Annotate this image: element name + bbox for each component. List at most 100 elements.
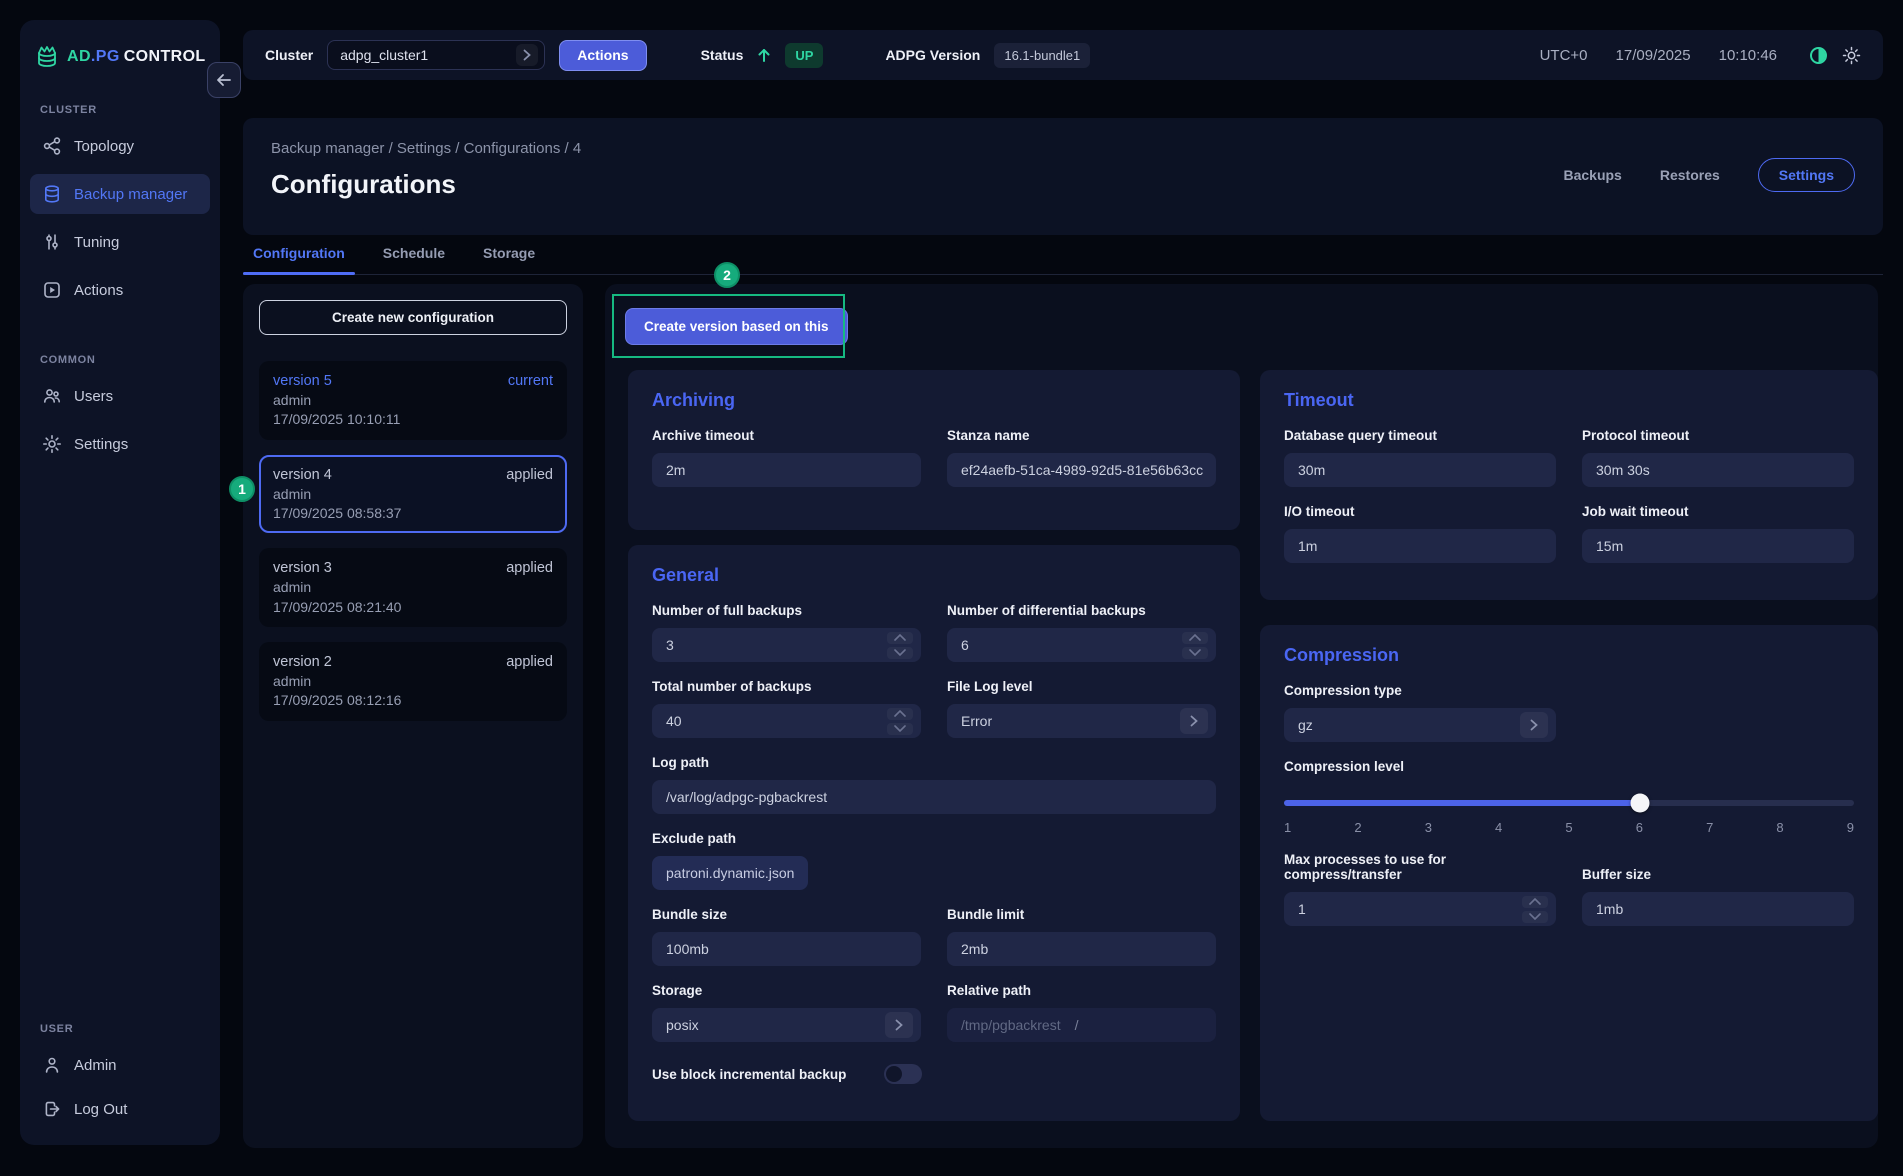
backups-button[interactable]: Backups bbox=[1563, 167, 1621, 183]
field-value: posix bbox=[666, 1017, 699, 1033]
stepper-down-icon[interactable] bbox=[1182, 646, 1208, 659]
field-value: 30m 30s bbox=[1596, 462, 1650, 478]
field-label: Number of differential backups bbox=[947, 603, 1146, 618]
contrast-icon[interactable] bbox=[1809, 46, 1828, 65]
field-label: I/O timeout bbox=[1284, 504, 1355, 519]
version-author: admin bbox=[273, 672, 312, 689]
tab-storage[interactable]: Storage bbox=[473, 241, 545, 274]
field-label: Exclude path bbox=[652, 831, 737, 846]
field-label: Relative path bbox=[947, 983, 1032, 998]
version-status: applied bbox=[506, 560, 553, 577]
tab-configuration[interactable]: Configuration bbox=[243, 241, 355, 275]
number-stepper[interactable] bbox=[887, 631, 913, 659]
restores-button[interactable]: Restores bbox=[1660, 167, 1720, 183]
logo-text-pg: .PG bbox=[90, 48, 120, 65]
block-incremental-toggle[interactable] bbox=[884, 1064, 923, 1084]
exclude-path-field: Exclude path patroni.dynamic.json bbox=[652, 831, 1216, 890]
io-timeout-input[interactable]: 1m bbox=[1284, 529, 1556, 563]
sidebar-item-label: Users bbox=[74, 387, 114, 405]
number-stepper[interactable] bbox=[887, 707, 913, 735]
version-card-4[interactable]: version 4 applied admin 17/09/2025 08:58… bbox=[259, 454, 567, 534]
stepper-up-icon[interactable] bbox=[1182, 631, 1208, 644]
field-value: /var/log/adpgc-pgbackrest bbox=[666, 789, 828, 805]
sidebar-item-topology[interactable]: Topology bbox=[30, 126, 210, 166]
number-stepper[interactable] bbox=[1522, 895, 1548, 923]
field-label: Storage bbox=[652, 983, 703, 998]
file-log-level-select[interactable]: Error bbox=[947, 704, 1216, 738]
annotation-badge-1: 1 bbox=[229, 476, 255, 502]
field-label: Job wait timeout bbox=[1582, 504, 1689, 519]
sidebar-item-backup-manager[interactable]: Backup manager bbox=[30, 174, 210, 214]
settings-button[interactable]: Settings bbox=[1757, 158, 1855, 192]
bundle-limit-input[interactable]: 2mb bbox=[947, 932, 1216, 966]
version-status: applied bbox=[506, 466, 553, 483]
archiving-section: Archiving Archive timeout 2m Stanza name… bbox=[628, 370, 1240, 530]
cluster-select[interactable]: adpg_cluster1 bbox=[327, 40, 546, 70]
sidebar-item-users[interactable]: Users bbox=[30, 376, 210, 416]
field-value: ef24aefb-51ca-4989-92d5-81e56b63cc bbox=[961, 462, 1204, 478]
db-query-timeout-input[interactable]: 30m bbox=[1284, 453, 1556, 487]
storage-select[interactable]: posix bbox=[652, 1008, 921, 1042]
log-path-field: Log path /var/log/adpgc-pgbackrest bbox=[652, 755, 1216, 814]
log-path-input[interactable]: /var/log/adpgc-pgbackrest bbox=[652, 780, 1216, 814]
stanza-name-input[interactable]: ef24aefb-51ca-4989-92d5-81e56b63cc bbox=[947, 453, 1216, 487]
diff-backups-input[interactable]: 6 bbox=[947, 628, 1216, 662]
relative-path-input[interactable]: /tmp/pgbackrest / bbox=[947, 1008, 1216, 1042]
sidebar-item-admin[interactable]: Admin bbox=[30, 1045, 210, 1085]
bundle-size-field: Bundle size 100mb bbox=[652, 890, 921, 966]
compression-section: Compression Compression type gz Compress… bbox=[1260, 625, 1878, 1121]
section-title: General bbox=[652, 565, 720, 585]
stepper-down-icon[interactable] bbox=[887, 722, 913, 735]
actions-button[interactable]: Actions bbox=[559, 39, 647, 71]
job-wait-timeout-input[interactable]: 15m bbox=[1582, 529, 1854, 563]
app-logo: AD.PG CONTROL bbox=[20, 20, 220, 86]
compression-level-thumb[interactable] bbox=[1630, 793, 1650, 813]
status-badge: UP bbox=[785, 42, 824, 68]
sidebar-item-actions[interactable]: Actions bbox=[30, 270, 210, 310]
sidebar-collapse-button[interactable] bbox=[207, 62, 241, 98]
create-version-button[interactable]: Create version based on this bbox=[625, 308, 848, 345]
stepper-down-icon[interactable] bbox=[1522, 910, 1548, 923]
buffer-size-input[interactable]: 1mb bbox=[1582, 892, 1854, 926]
version-author: admin bbox=[273, 392, 312, 408]
stepper-up-icon[interactable] bbox=[1522, 895, 1548, 908]
sidebar-item-tuning[interactable]: Tuning bbox=[30, 222, 210, 262]
sidebar-item-logout[interactable]: Log Out bbox=[30, 1089, 210, 1129]
sidebar-item-label: Actions bbox=[74, 281, 124, 299]
tab-schedule[interactable]: Schedule bbox=[373, 241, 455, 274]
max-processes-input[interactable]: 1 bbox=[1284, 892, 1556, 926]
stepper-down-icon[interactable] bbox=[887, 646, 913, 659]
sun-icon[interactable] bbox=[1842, 46, 1861, 65]
sidebar-section-user: USER bbox=[40, 1023, 74, 1035]
field-label: Bundle limit bbox=[947, 907, 1025, 922]
version-card-5[interactable]: version 5 current admin 17/09/2025 10:10… bbox=[259, 361, 567, 440]
exclude-path-chip[interactable]: patroni.dynamic.json bbox=[652, 856, 809, 890]
full-backups-input[interactable]: 3 bbox=[652, 628, 921, 662]
version-timestamp: 17/09/2025 10:10:11 bbox=[273, 411, 401, 428]
cluster-select-value: adpg_cluster1 bbox=[340, 47, 429, 63]
breadcrumb[interactable]: Backup manager / Settings / Configuratio… bbox=[271, 140, 1855, 157]
sidebar-section-common: COMMON bbox=[40, 354, 96, 366]
field-value: 40 bbox=[666, 713, 682, 729]
logo-text-control: CONTROL bbox=[123, 48, 206, 65]
archive-timeout-field: Archive timeout 2m bbox=[652, 411, 921, 487]
number-stepper[interactable] bbox=[1182, 631, 1208, 659]
field-value: 100mb bbox=[666, 941, 709, 957]
relative-path-field: Relative path /tmp/pgbackrest / bbox=[947, 966, 1216, 1042]
protocol-timeout-input[interactable]: 30m 30s bbox=[1582, 453, 1854, 487]
stepper-up-icon[interactable] bbox=[887, 631, 913, 644]
version-card-3[interactable]: version 3 applied admin 17/09/2025 08:21… bbox=[259, 548, 567, 627]
compression-level-slider[interactable] bbox=[1284, 793, 1854, 813]
compression-type-select[interactable]: gz bbox=[1284, 708, 1556, 742]
archive-timeout-input[interactable]: 2m bbox=[652, 453, 921, 487]
sidebar-item-label: Backup manager bbox=[74, 185, 188, 203]
compression-level-fill bbox=[1284, 800, 1641, 806]
create-new-configuration-button[interactable]: Create new configuration bbox=[259, 300, 567, 335]
bundle-size-input[interactable]: 100mb bbox=[652, 932, 921, 966]
sidebar-item-settings[interactable]: Settings bbox=[30, 424, 210, 464]
version-card-2[interactable]: version 2 applied admin 17/09/2025 08:12… bbox=[259, 641, 567, 721]
field-label: Buffer size bbox=[1582, 867, 1652, 882]
stepper-up-icon[interactable] bbox=[887, 707, 913, 720]
topbar: Cluster adpg_cluster1 Actions Status UP … bbox=[243, 30, 1883, 80]
total-backups-input[interactable]: 40 bbox=[652, 704, 921, 738]
